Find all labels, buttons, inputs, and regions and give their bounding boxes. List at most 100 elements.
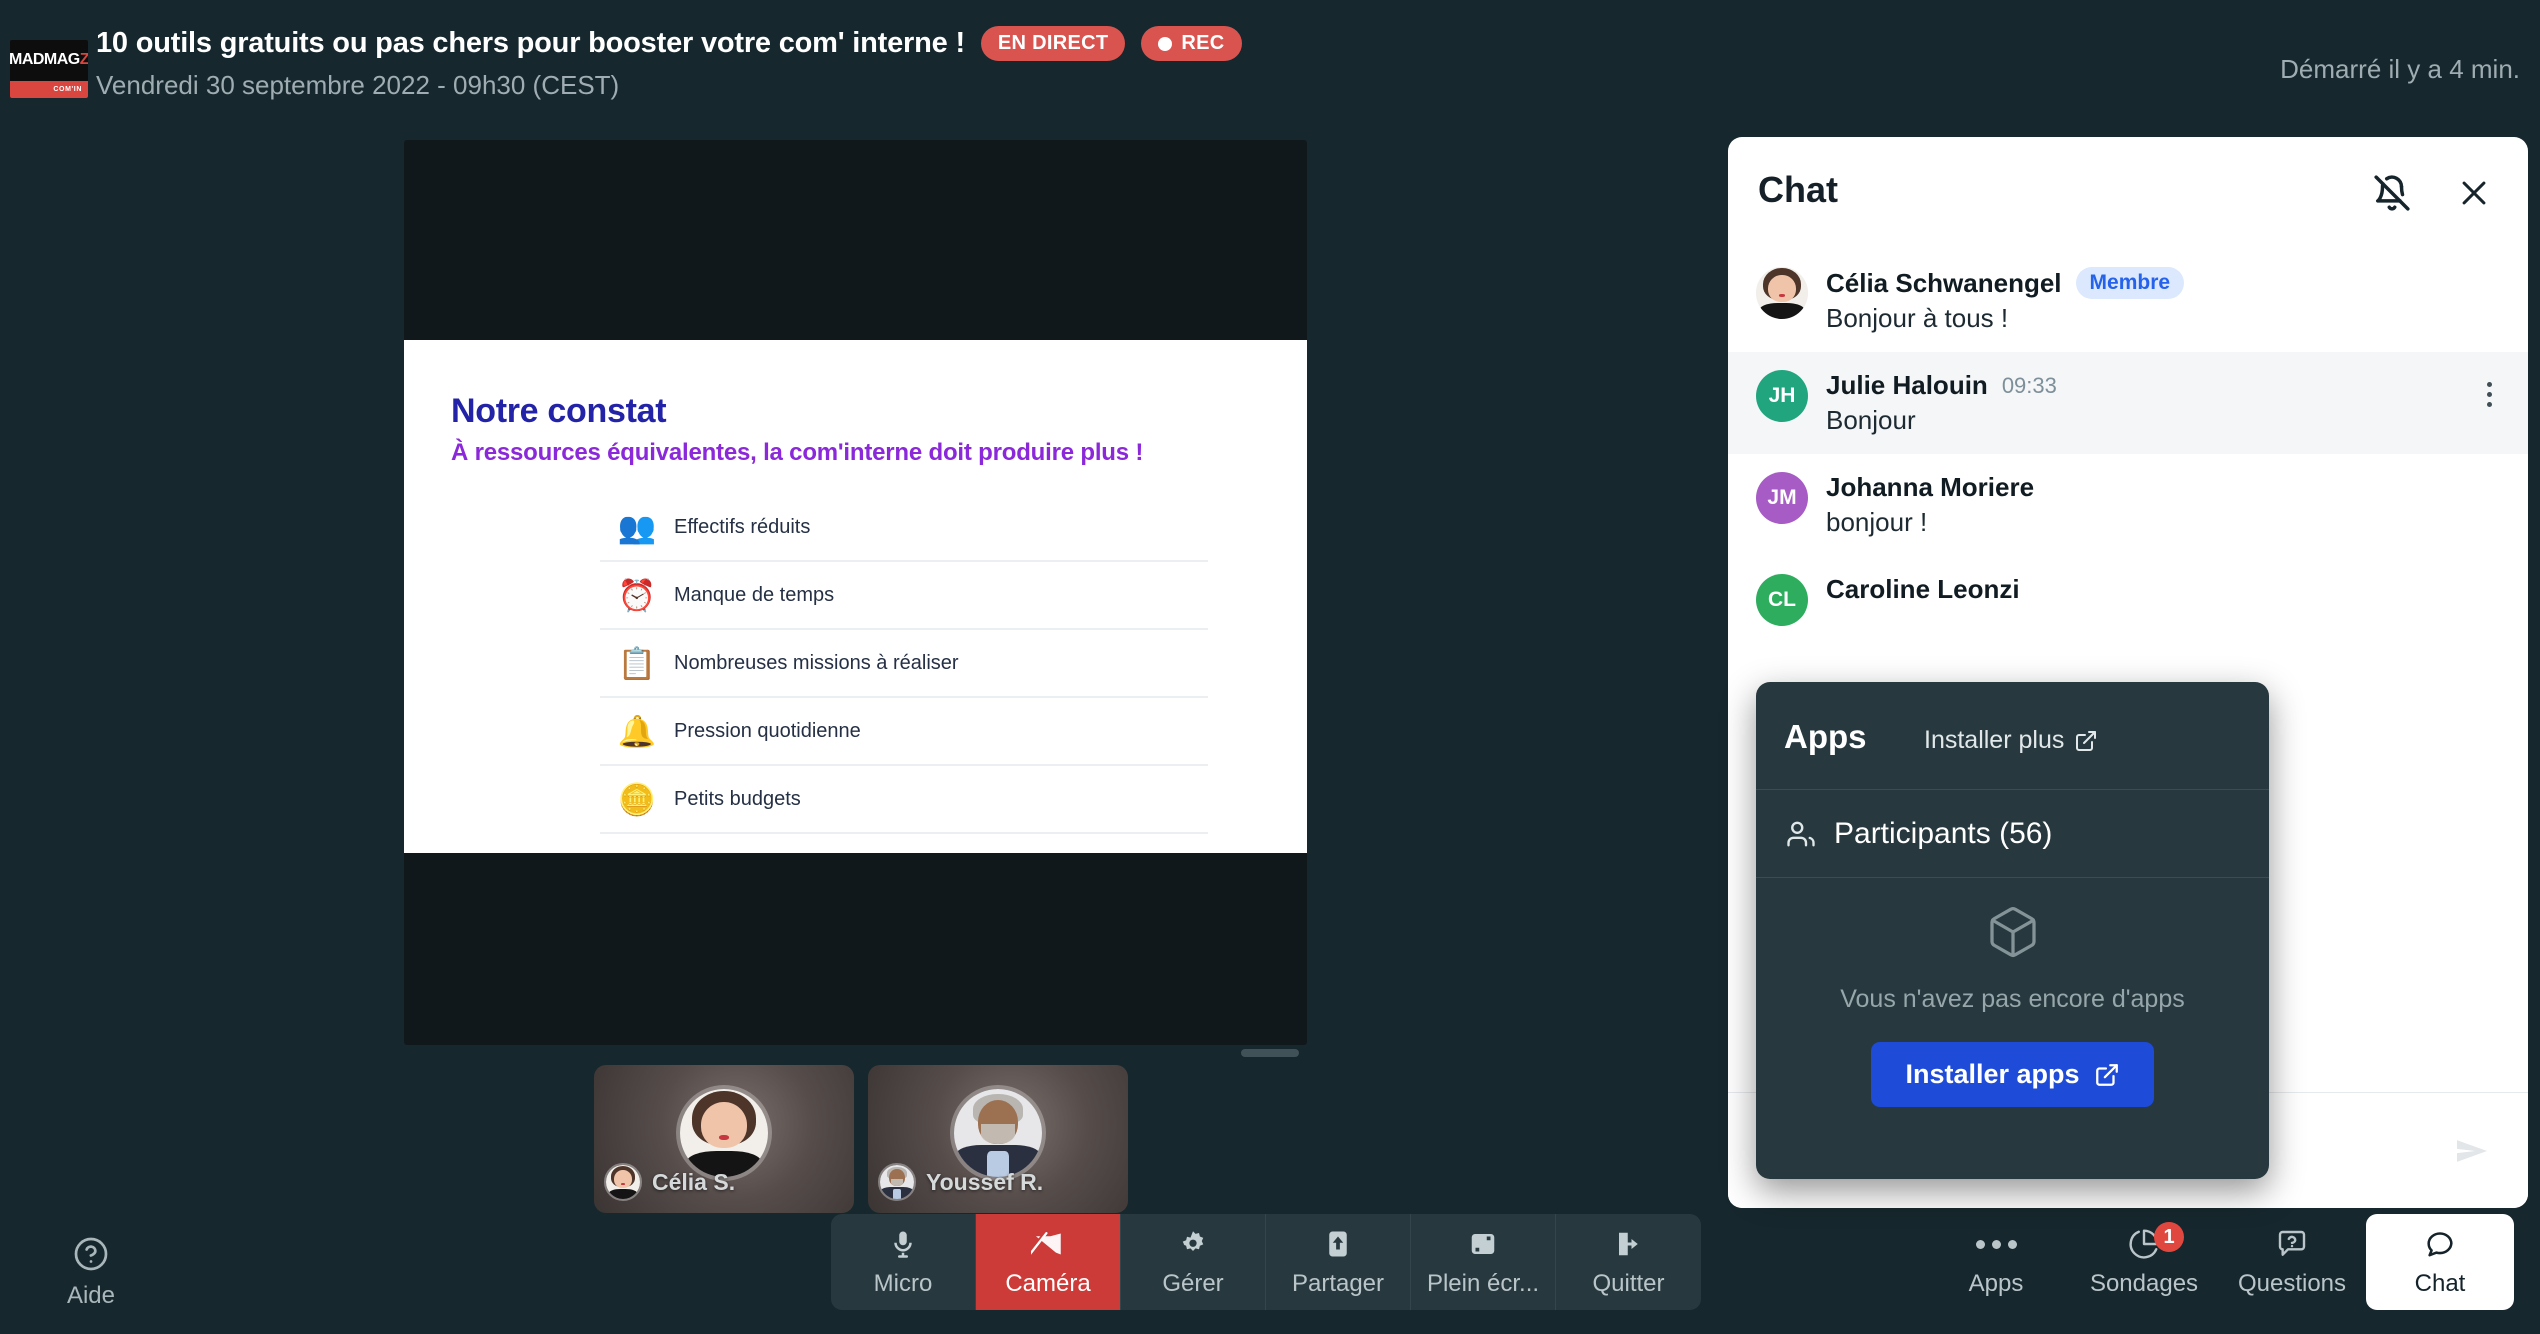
cube-icon xyxy=(1985,904,2041,965)
slide-title: Notre constat xyxy=(451,392,667,430)
alarm-clock-icon: ⏰ xyxy=(617,577,657,613)
participant-thumbnail-strip: Célia S. Youssef R. xyxy=(594,1065,1128,1213)
participants-row[interactable]: Participants (56) xyxy=(1756,790,2269,878)
chat-message-author: Célia Schwanengel xyxy=(1826,267,2062,298)
chat-message-author: Julie Halouin xyxy=(1826,370,1988,400)
toolbar-button-label: Gérer xyxy=(1162,1270,1224,1297)
logo-subtitle: COM'IN xyxy=(53,86,82,93)
chat-message: JH Julie Halouin 09:33 Bonjour xyxy=(1728,352,2528,454)
toolbar-button-label: Quitter xyxy=(1592,1270,1665,1297)
manage-button[interactable]: Gérer xyxy=(1121,1214,1266,1310)
slide-item-label: Effectifs réduits xyxy=(674,515,811,538)
close-icon[interactable] xyxy=(2448,167,2500,219)
send-icon[interactable] xyxy=(2442,1121,2502,1181)
participant-name: Youssef R. xyxy=(926,1168,1044,1195)
event-title: 10 outils gratuits ou pas chers pour boo… xyxy=(96,27,965,59)
install-more-link[interactable]: Installer plus xyxy=(1924,726,2098,755)
share-button[interactable]: Partager xyxy=(1266,1214,1411,1310)
participant-tile-footer: Youssef R. xyxy=(878,1163,1043,1201)
participant-tile-footer: Célia S. xyxy=(604,1163,735,1201)
apps-empty-message: Vous n'avez pas encore d'apps xyxy=(1840,985,2185,1013)
avatar: JM xyxy=(1756,472,1808,524)
avatar xyxy=(604,1163,642,1201)
meeting-controls-toolbar: Micro Caméra Gérer Partager Plein écr...… xyxy=(831,1214,1701,1310)
ellipsis-icon xyxy=(1975,1226,2017,1262)
fullscreen-button[interactable]: Plein écr... xyxy=(1411,1214,1556,1310)
microphone-icon xyxy=(888,1226,918,1262)
participant-tile[interactable]: Youssef R. xyxy=(868,1065,1128,1213)
participant-name: Célia S. xyxy=(652,1168,736,1195)
apps-popup-header: Apps Installer plus xyxy=(1756,682,2269,790)
shared-screen-video[interactable]: Notre constat À ressources équivalentes,… xyxy=(404,140,1307,1045)
event-subtitle: Vendredi 30 septembre 2022 - 09h30 (CEST… xyxy=(96,70,620,100)
participant-tile[interactable]: Célia S. xyxy=(594,1065,854,1213)
people-icon: 👥 xyxy=(617,509,657,545)
bell-icon: 🔔 xyxy=(617,713,657,749)
leave-button[interactable]: Quitter xyxy=(1556,1214,1701,1310)
avatar xyxy=(1756,267,1808,319)
avatar-initials: JH xyxy=(1768,384,1796,407)
event-title-block: 10 outils gratuits ou pas chers pour boo… xyxy=(96,26,1242,101)
chat-message-text: Bonjour à tous ! xyxy=(1826,303,2009,333)
live-badge: EN DIRECT xyxy=(980,26,1126,61)
avatar-initials: JM xyxy=(1767,486,1797,509)
toolbar-button-label: Chat xyxy=(2414,1270,2466,1297)
clipboard-icon: 📋 xyxy=(617,645,657,681)
toolbar-button-label: Micro xyxy=(873,1270,933,1297)
help-button-label: Aide xyxy=(66,1282,116,1309)
install-apps-button[interactable]: Installer apps xyxy=(1871,1042,2154,1107)
chat-message: Célia Schwanengel Membre Bonjour à tous … xyxy=(1728,249,2528,352)
madmagz-logo: MADMAGZ COM'IN xyxy=(10,40,88,98)
share-upload-icon xyxy=(1323,1226,1353,1262)
chat-message: JM Johanna Moriere bonjour ! xyxy=(1728,454,2528,556)
chat-message-author: Johanna Moriere xyxy=(1826,472,2035,502)
question-bubble-icon xyxy=(2276,1226,2308,1262)
slide-list-item: ⏰ Manque de temps xyxy=(600,562,1208,630)
chat-bubble-icon xyxy=(2424,1226,2456,1262)
chat-message-menu-icon[interactable] xyxy=(2476,378,2502,410)
stage-resize-handle[interactable] xyxy=(1241,1049,1299,1057)
app-header: MADMAGZ COM'IN 10 outils gratuits ou pas… xyxy=(0,0,2540,132)
avatar: CL xyxy=(1756,574,1808,626)
toolbar-button-label: Apps xyxy=(1968,1270,2024,1297)
toolbar-button-label: Partager xyxy=(1291,1270,1385,1297)
fullscreen-icon xyxy=(1468,1226,1498,1262)
toolbar-button-label: Caméra xyxy=(1005,1270,1091,1297)
help-button[interactable]: Aide xyxy=(38,1236,144,1310)
chat-message: CL Caroline Leonzi xyxy=(1728,556,2528,644)
chat-button[interactable]: Chat xyxy=(2366,1214,2514,1310)
status-badge: Membre xyxy=(2075,267,2185,299)
pie-chart-icon: 1 xyxy=(2128,1222,2184,1262)
camera-button[interactable]: Caméra xyxy=(976,1214,1121,1310)
chat-message-text: bonjour ! xyxy=(1826,507,1928,537)
bell-off-icon[interactable] xyxy=(2366,167,2418,219)
participants-label: Participants (56) xyxy=(1834,816,2053,850)
side-panel-toolbar: Apps 1 Sondages Questions Chat xyxy=(1922,1214,2514,1310)
presentation-slide: Notre constat À ressources équivalentes,… xyxy=(404,340,1307,853)
microphone-button[interactable]: Micro xyxy=(831,1214,976,1310)
webinar-app-window: MADMAGZ COM'IN 10 outils gratuits ou pas… xyxy=(0,0,2540,1334)
status-badge: 1 xyxy=(2154,1222,2184,1252)
rec-dot-icon xyxy=(1158,36,1173,51)
slide-item-label: Petits budgets xyxy=(674,787,801,810)
apps-popup: Apps Installer plus Participants (56) Vo… xyxy=(1756,682,2269,1179)
coins-icon: 🪙 xyxy=(617,781,657,817)
apps-button[interactable]: Apps xyxy=(1922,1214,2070,1310)
slide-bullet-list: 👥 Effectifs réduits ⏰ Manque de temps 📋 … xyxy=(600,494,1208,834)
chat-panel-header: Chat xyxy=(1728,137,2528,249)
chat-message-author: Caroline Leonzi xyxy=(1826,574,2020,604)
exit-icon xyxy=(1614,1226,1644,1262)
avatar xyxy=(878,1163,916,1201)
slide-subtitle: À ressources équivalentes, la com'intern… xyxy=(451,439,1144,466)
avatar: JH xyxy=(1756,370,1808,422)
slide-item-label: Nombreuses missions à réaliser xyxy=(674,651,959,674)
toolbar-button-label: Plein écr... xyxy=(1426,1270,1540,1297)
external-link-icon xyxy=(2076,730,2097,751)
questions-button[interactable]: Questions xyxy=(2218,1214,2366,1310)
slide-item-label: Pression quotidienne xyxy=(674,719,861,742)
people-icon xyxy=(1787,821,1815,846)
polls-button[interactable]: 1 Sondages xyxy=(2070,1214,2218,1310)
slide-list-item: 🪙 Petits budgets xyxy=(600,766,1208,834)
slide-list-item: 👥 Effectifs réduits xyxy=(600,494,1208,562)
presentation-stage[interactable]: Notre constat À ressources équivalentes,… xyxy=(404,140,1307,1045)
